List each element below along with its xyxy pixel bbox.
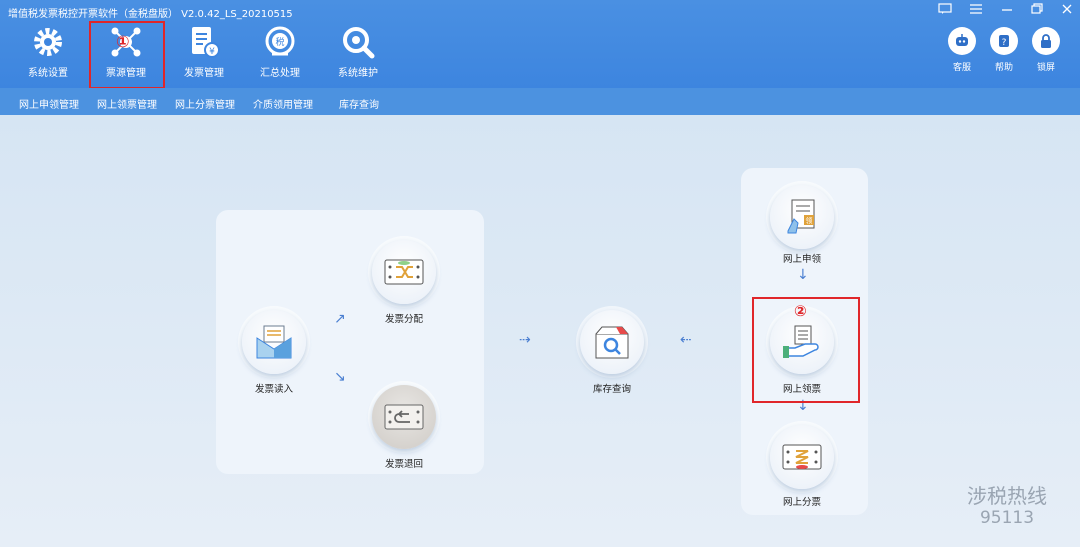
close-icon[interactable] (1057, 3, 1077, 18)
subnav-online-apply[interactable]: 网上申领管理 (19, 96, 79, 111)
invoice-return-button[interactable] (372, 385, 436, 449)
customer-service-button[interactable]: 客服 (942, 27, 982, 73)
watermark-hotline: 涉税热线 (967, 484, 1047, 508)
svg-text:?: ? (1002, 38, 1007, 48)
subnav-inventory-query[interactable]: 库存查询 (339, 96, 379, 111)
svg-text:领: 领 (806, 216, 813, 225)
toolbar-label: 发票管理 (184, 68, 224, 79)
invoice-distribute-label: 发票分配 (384, 314, 423, 325)
toolbar-label: 系统设置 (28, 68, 68, 79)
svg-text:¥: ¥ (209, 47, 215, 57)
help-icon: ? (990, 27, 1018, 55)
online-apply-label: 网上申领 (782, 254, 821, 265)
subnav-online-split[interactable]: 网上分票管理 (175, 96, 235, 111)
lock-screen-button[interactable]: 锁屏 (1026, 27, 1066, 73)
arrow-up-right-icon: ↗ (334, 311, 346, 327)
toolbar-system-settings[interactable]: 系统设置 (18, 24, 78, 79)
subnav-online-receive[interactable]: 网上领票管理 (97, 96, 157, 111)
sub-navigation: 网上申领管理 网上领票管理 网上分票管理 介质领用管理 库存查询 (0, 88, 1080, 115)
window-title: 增值税发票税控开票软件（金税盘版） V2.0.42_LS_20210515 (8, 9, 293, 20)
inventory-query-button[interactable] (580, 310, 644, 374)
ticket-split-icon (782, 444, 822, 470)
invoice-return-label: 发票退回 (384, 459, 423, 470)
arrow-down-right-icon: ↘ (334, 369, 346, 385)
online-split-button[interactable] (770, 425, 834, 489)
robot-icon (948, 27, 976, 55)
invoice-icon: ¥ (186, 24, 222, 60)
envelope-icon (256, 325, 292, 359)
ticket-shuffle-icon (384, 259, 424, 285)
online-apply-button[interactable]: 领 (770, 185, 834, 249)
wrench-icon (340, 24, 376, 60)
inventory-query-label: 库存查询 (592, 384, 631, 395)
toolbar-system-maintenance[interactable]: 系统维护 (328, 24, 388, 79)
minimize-icon[interactable] (997, 3, 1017, 18)
box-search-icon (595, 326, 629, 359)
marker-2: ② (794, 302, 807, 320)
watermark-number: 95113 (979, 508, 1035, 528)
toolbar-summary-processing[interactable]: 税 汇总处理 (250, 24, 310, 79)
subnav-medium-usage[interactable]: 介质领用管理 (253, 96, 313, 111)
document-hand-icon: 领 (787, 199, 815, 234)
lock-screen-label: 锁屏 (1036, 63, 1055, 73)
online-split-label: 网上分票 (782, 497, 821, 508)
marker-1: ① (116, 32, 130, 51)
help-label: 帮助 (994, 63, 1013, 73)
lock-icon (1032, 27, 1060, 55)
toolbar-label: 汇总处理 (260, 68, 300, 79)
ticket-return-icon (384, 404, 424, 430)
help-button[interactable]: ? 帮助 (984, 27, 1024, 73)
arrow-left-icon: ⇠ (680, 332, 692, 348)
tax-icon: 税 (262, 24, 298, 60)
customer-service-label: 客服 (952, 63, 971, 73)
invoice-read-label: 发票读入 (254, 384, 293, 395)
svg-text:税: 税 (275, 36, 284, 48)
invoice-read-button[interactable] (242, 310, 306, 374)
arrow-right-icon: ⇢ (519, 332, 531, 348)
gear-icon (30, 24, 66, 60)
toolbar-invoice-management[interactable]: ¥ 发票管理 (174, 24, 234, 79)
toolbar-label: 系统维护 (338, 68, 378, 79)
invoice-distribute-button[interactable] (372, 240, 436, 304)
main-content: 发票读入 ↗ ↘ 发票分配 发票退回 ⇢ 库存查询 ⇠ 领 网上申领 ↓ 网上领… (0, 115, 1080, 547)
menu-icon[interactable] (966, 3, 986, 18)
restore-icon[interactable] (1027, 3, 1047, 18)
arrow-down-icon: ↓ (797, 267, 809, 283)
feedback-icon[interactable] (935, 3, 955, 18)
